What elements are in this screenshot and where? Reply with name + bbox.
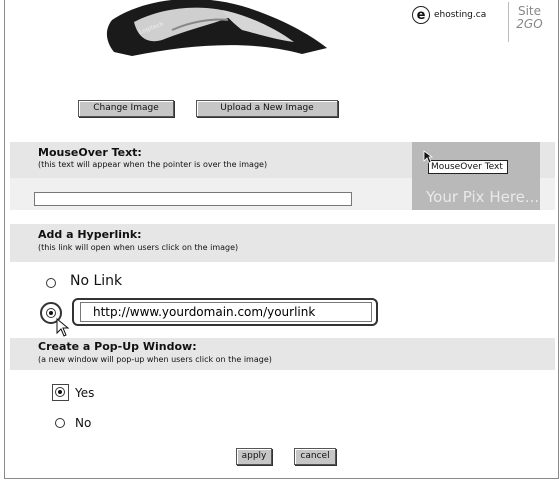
hyperlink-title: Add a Hyperlink: bbox=[38, 228, 142, 241]
popup-yes-radio[interactable] bbox=[55, 387, 65, 397]
link-radio[interactable] bbox=[46, 308, 56, 318]
ehosting-logo-text: ehosting.ca bbox=[434, 10, 487, 20]
apply-button[interactable]: apply bbox=[236, 448, 272, 465]
mouse-pointer-icon bbox=[56, 318, 70, 337]
upload-image-button[interactable]: Upload a New Image bbox=[196, 100, 338, 117]
ehosting-logo: e ehosting.ca bbox=[412, 6, 486, 24]
site2go-logo: Site 2GO bbox=[508, 2, 550, 42]
hyperlink-note: (this link will open when users click on… bbox=[38, 243, 239, 252]
preview-tooltip: MouseOver Text bbox=[428, 160, 508, 174]
cancel-button[interactable]: cancel bbox=[294, 448, 336, 465]
mouseover-note: (this text will appear when the pointer … bbox=[38, 160, 268, 169]
site2go-line2: 2GO bbox=[516, 17, 543, 31]
mouseover-preview: MouseOver Text Your Pix Here... bbox=[412, 142, 540, 210]
popup-note: (a new window will pop-up when users cli… bbox=[38, 355, 272, 364]
product-image: Logitech bbox=[107, 0, 327, 56]
popup-yes-label: Yes bbox=[75, 386, 95, 400]
popup-no-radio[interactable] bbox=[55, 418, 65, 428]
change-image-button[interactable]: Change Image bbox=[78, 100, 174, 117]
popup-yes-radio-dot bbox=[58, 390, 62, 394]
no-link-label: No Link bbox=[70, 273, 123, 289]
preview-cursor-icon bbox=[423, 150, 433, 164]
popup-no-label: No bbox=[75, 416, 92, 430]
popup-title: Create a Pop-Up Window: bbox=[38, 340, 197, 353]
preview-caption: Your Pix Here... bbox=[426, 188, 540, 206]
mouseover-text-input[interactable] bbox=[34, 192, 352, 206]
no-link-radio[interactable] bbox=[46, 278, 56, 288]
link-radio-dot bbox=[49, 311, 53, 315]
mouseover-title: MouseOver Text: bbox=[38, 146, 142, 159]
hyperlink-url-input[interactable] bbox=[80, 302, 372, 322]
ehosting-logo-mark: e bbox=[412, 6, 430, 24]
